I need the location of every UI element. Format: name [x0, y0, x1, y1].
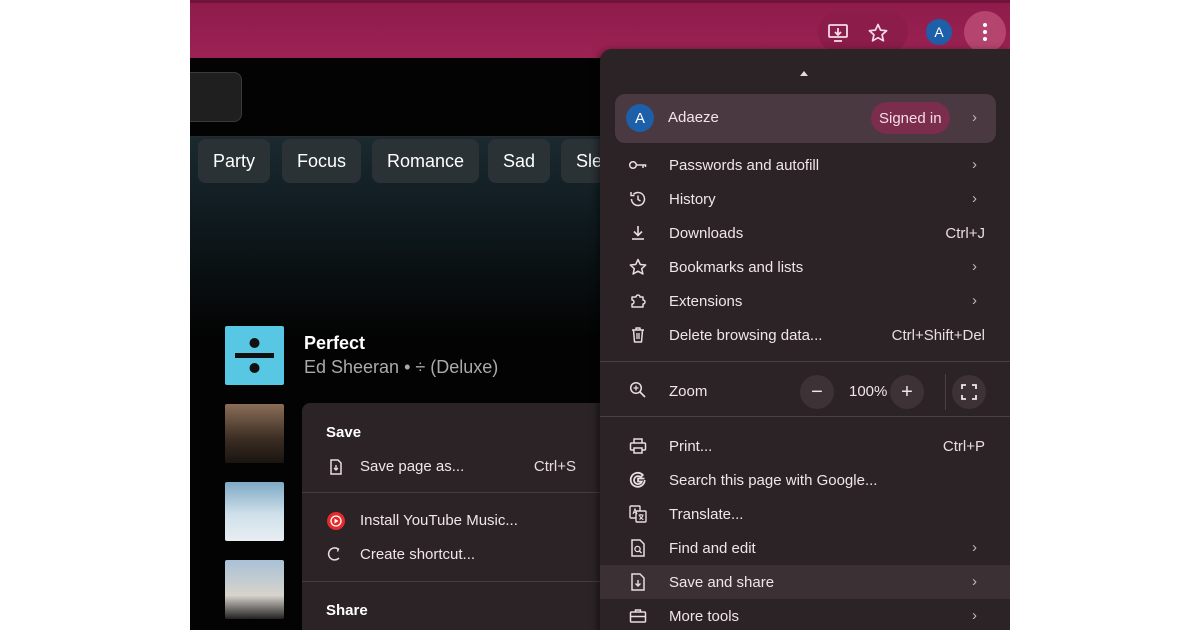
chevron-right-icon: › — [972, 258, 977, 275]
trash-icon — [628, 325, 648, 345]
search-google-label: Search this page with Google... — [669, 472, 878, 489]
chevron-right-icon: › — [972, 539, 977, 556]
caret-up-icon — [800, 71, 808, 76]
create-shortcut-item[interactable]: Create shortcut... — [302, 537, 602, 571]
menu-item-passwords[interactable]: Passwords and autofill › — [600, 148, 1010, 182]
print-shortcut: Ctrl+P — [942, 438, 985, 455]
delete-data-label: Delete browsing data... — [669, 327, 823, 344]
zoom-icon — [628, 380, 648, 400]
menu-divider — [600, 361, 1010, 362]
extensions-label: Extensions — [669, 293, 743, 310]
chrome-main-menu: A Adaeze Signed in › Passwords and autof… — [600, 49, 1010, 630]
history-icon — [628, 189, 648, 209]
menu-item-downloads[interactable]: Downloads Ctrl+J — [600, 216, 1010, 250]
kebab-icon[interactable] — [964, 11, 1006, 53]
chip-party[interactable]: Party — [198, 139, 271, 183]
chevron-right-icon: › — [972, 292, 977, 309]
find-edit-label: Find and edit — [669, 540, 756, 557]
downloads-label: Downloads — [669, 225, 744, 242]
save-page-label: Save page as... — [360, 457, 465, 475]
menu-item-print[interactable]: Print... Ctrl+P — [600, 429, 1010, 463]
chevron-right-icon: › — [972, 573, 977, 590]
submenu-heading-share: Share — [326, 602, 368, 619]
chevron-right-icon: › — [972, 156, 977, 173]
star-icon — [628, 257, 648, 277]
track-artist-album[interactable]: Ed Sheeran • ÷ (Deluxe) — [304, 357, 498, 378]
menu-item-bookmarks[interactable]: Bookmarks and lists › — [600, 250, 1010, 284]
save-page-as-item[interactable]: Save page as... Ctrl+S — [302, 449, 602, 483]
chevron-right-icon: › — [972, 109, 977, 126]
album-art[interactable] — [225, 404, 284, 463]
save-share-icon — [628, 572, 648, 592]
album-art[interactable] — [225, 326, 284, 385]
print-label: Print... — [669, 438, 713, 455]
browser-window: A Party Focus Romance Sad Sle Perfect Ed… — [190, 0, 1010, 630]
create-shortcut-label: Create shortcut... — [360, 545, 476, 563]
zoom-level: 100% — [849, 383, 888, 400]
delete-data-shortcut: Ctrl+Shift+Del — [891, 327, 985, 344]
avatar: A — [626, 104, 654, 132]
history-label: History — [669, 191, 716, 208]
album-art[interactable] — [225, 560, 284, 619]
menu-item-save-share[interactable]: Save and share › — [600, 565, 1010, 599]
menu-item-find-edit[interactable]: Find and edit › — [600, 531, 1010, 565]
save-page-shortcut: Ctrl+S — [533, 457, 576, 475]
fullscreen-button[interactable] — [952, 375, 986, 409]
chip-focus[interactable]: Focus — [282, 139, 362, 183]
zoom-row: Zoom − 100% + — [600, 371, 1010, 410]
passwords-label: Passwords and autofill — [669, 157, 820, 174]
menu-item-search-google[interactable]: Search this page with Google... — [600, 463, 1010, 497]
profile-row[interactable]: A Adaeze Signed in › — [615, 94, 996, 143]
submenu-divider — [302, 492, 602, 493]
translate-label: Translate... — [669, 506, 744, 523]
download-icon — [628, 223, 648, 243]
zoom-out-button[interactable]: − — [800, 375, 834, 409]
install-app-item[interactable]: Install YouTube Music... — [302, 503, 602, 537]
shortcut-icon — [326, 545, 346, 565]
key-icon — [628, 155, 648, 175]
profile-name: Adaeze — [668, 109, 719, 126]
save-page-icon — [326, 457, 346, 477]
star-icon[interactable] — [860, 15, 896, 51]
bookmarks-label: Bookmarks and lists — [669, 259, 804, 276]
submenu-divider — [302, 581, 602, 582]
save-share-submenu: Save Save page as... Ctrl+S Install YouT… — [302, 403, 602, 630]
downloads-shortcut: Ctrl+J — [945, 225, 985, 242]
menu-item-history[interactable]: History › — [600, 182, 1010, 216]
chevron-right-icon: › — [972, 190, 977, 207]
submenu-heading-save: Save — [326, 424, 362, 441]
album-art[interactable] — [225, 482, 284, 541]
zoom-in-button[interactable]: + — [890, 375, 924, 409]
signed-in-badge: Signed in — [871, 102, 950, 134]
translate-icon — [628, 504, 648, 524]
zoom-label: Zoom — [669, 383, 708, 400]
fullscreen-icon — [961, 384, 977, 400]
chevron-right-icon: › — [972, 607, 977, 624]
youtube-music-icon — [326, 511, 346, 531]
google-icon — [628, 470, 648, 490]
profile-avatar-button[interactable]: A — [926, 19, 952, 45]
menu-divider — [600, 416, 1010, 417]
menu-item-translate[interactable]: Translate... — [600, 497, 1010, 531]
more-tools-label: More tools — [669, 608, 740, 625]
printer-icon — [628, 436, 648, 456]
install-app-icon[interactable] — [820, 15, 856, 51]
chip-sad[interactable]: Sad — [488, 139, 551, 183]
toolbox-icon — [628, 606, 648, 626]
search-input[interactable] — [190, 72, 242, 122]
save-share-label: Save and share — [669, 574, 775, 591]
track-title[interactable]: Perfect — [304, 333, 365, 354]
menu-item-extensions[interactable]: Extensions › — [600, 284, 1010, 318]
zoom-divider — [945, 374, 946, 410]
puzzle-icon — [628, 291, 648, 311]
install-app-label: Install YouTube Music... — [360, 511, 518, 529]
chip-romance[interactable]: Romance — [372, 139, 480, 183]
menu-item-more-tools[interactable]: More tools › — [600, 599, 1010, 630]
find-page-icon — [628, 538, 648, 558]
menu-item-delete-data[interactable]: Delete browsing data... Ctrl+Shift+Del — [600, 318, 1010, 352]
